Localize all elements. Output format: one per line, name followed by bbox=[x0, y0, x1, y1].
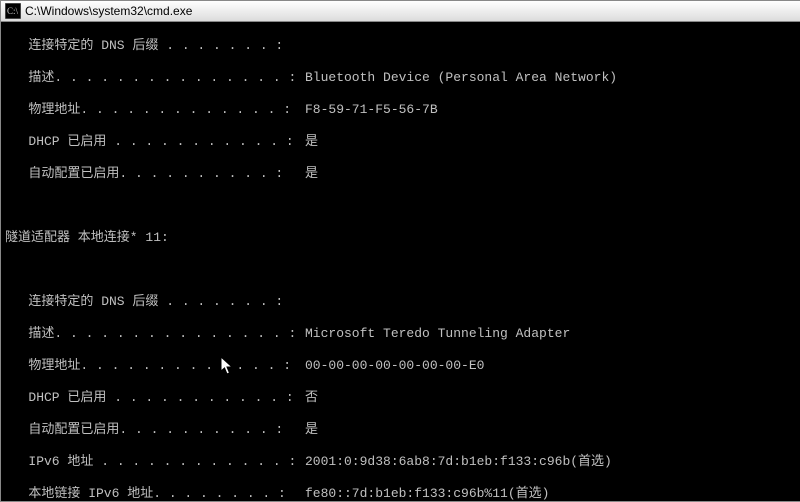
output-row: 自动配置已启用. . . . . . . . . . :是 bbox=[5, 166, 797, 182]
titlebar[interactable]: C:\ C:\Windows\system32\cmd.exe bbox=[1, 1, 800, 22]
output-row: DHCP 已启用 . . . . . . . . . . . :否 bbox=[5, 390, 797, 406]
section-header: 隧道适配器 本地连接* 11: bbox=[5, 230, 797, 246]
terminal-output[interactable]: 连接特定的 DNS 后缀 . . . . . . . : 描述. . . . .… bbox=[1, 22, 800, 501]
output-row: IPv6 地址 . . . . . . . . . . . . :2001:0:… bbox=[5, 454, 797, 470]
cmd-window: C:\ C:\Windows\system32\cmd.exe 连接特定的 DN… bbox=[0, 0, 800, 502]
output-row: 连接特定的 DNS 后缀 . . . . . . . : bbox=[5, 38, 797, 54]
output-row: 描述. . . . . . . . . . . . . . . :Bluetoo… bbox=[5, 70, 797, 86]
blank-line bbox=[5, 262, 797, 278]
blank-line bbox=[5, 198, 797, 214]
cmd-icon: C:\ bbox=[5, 3, 21, 19]
output-row: 自动配置已启用. . . . . . . . . . :是 bbox=[5, 422, 797, 438]
output-row: 连接特定的 DNS 后缀 . . . . . . . : bbox=[5, 294, 797, 310]
output-row: 物理地址. . . . . . . . . . . . . :00-00-00-… bbox=[5, 358, 797, 374]
output-row: 本地链接 IPv6 地址. . . . . . . . :fe80::7d:b1… bbox=[5, 486, 797, 501]
output-row: 描述. . . . . . . . . . . . . . . :Microso… bbox=[5, 326, 797, 342]
output-row: DHCP 已启用 . . . . . . . . . . . :是 bbox=[5, 134, 797, 150]
output-row: 物理地址. . . . . . . . . . . . . :F8-59-71-… bbox=[5, 102, 797, 118]
window-title: C:\Windows\system32\cmd.exe bbox=[25, 1, 800, 21]
svg-text:C:\: C:\ bbox=[7, 6, 19, 16]
